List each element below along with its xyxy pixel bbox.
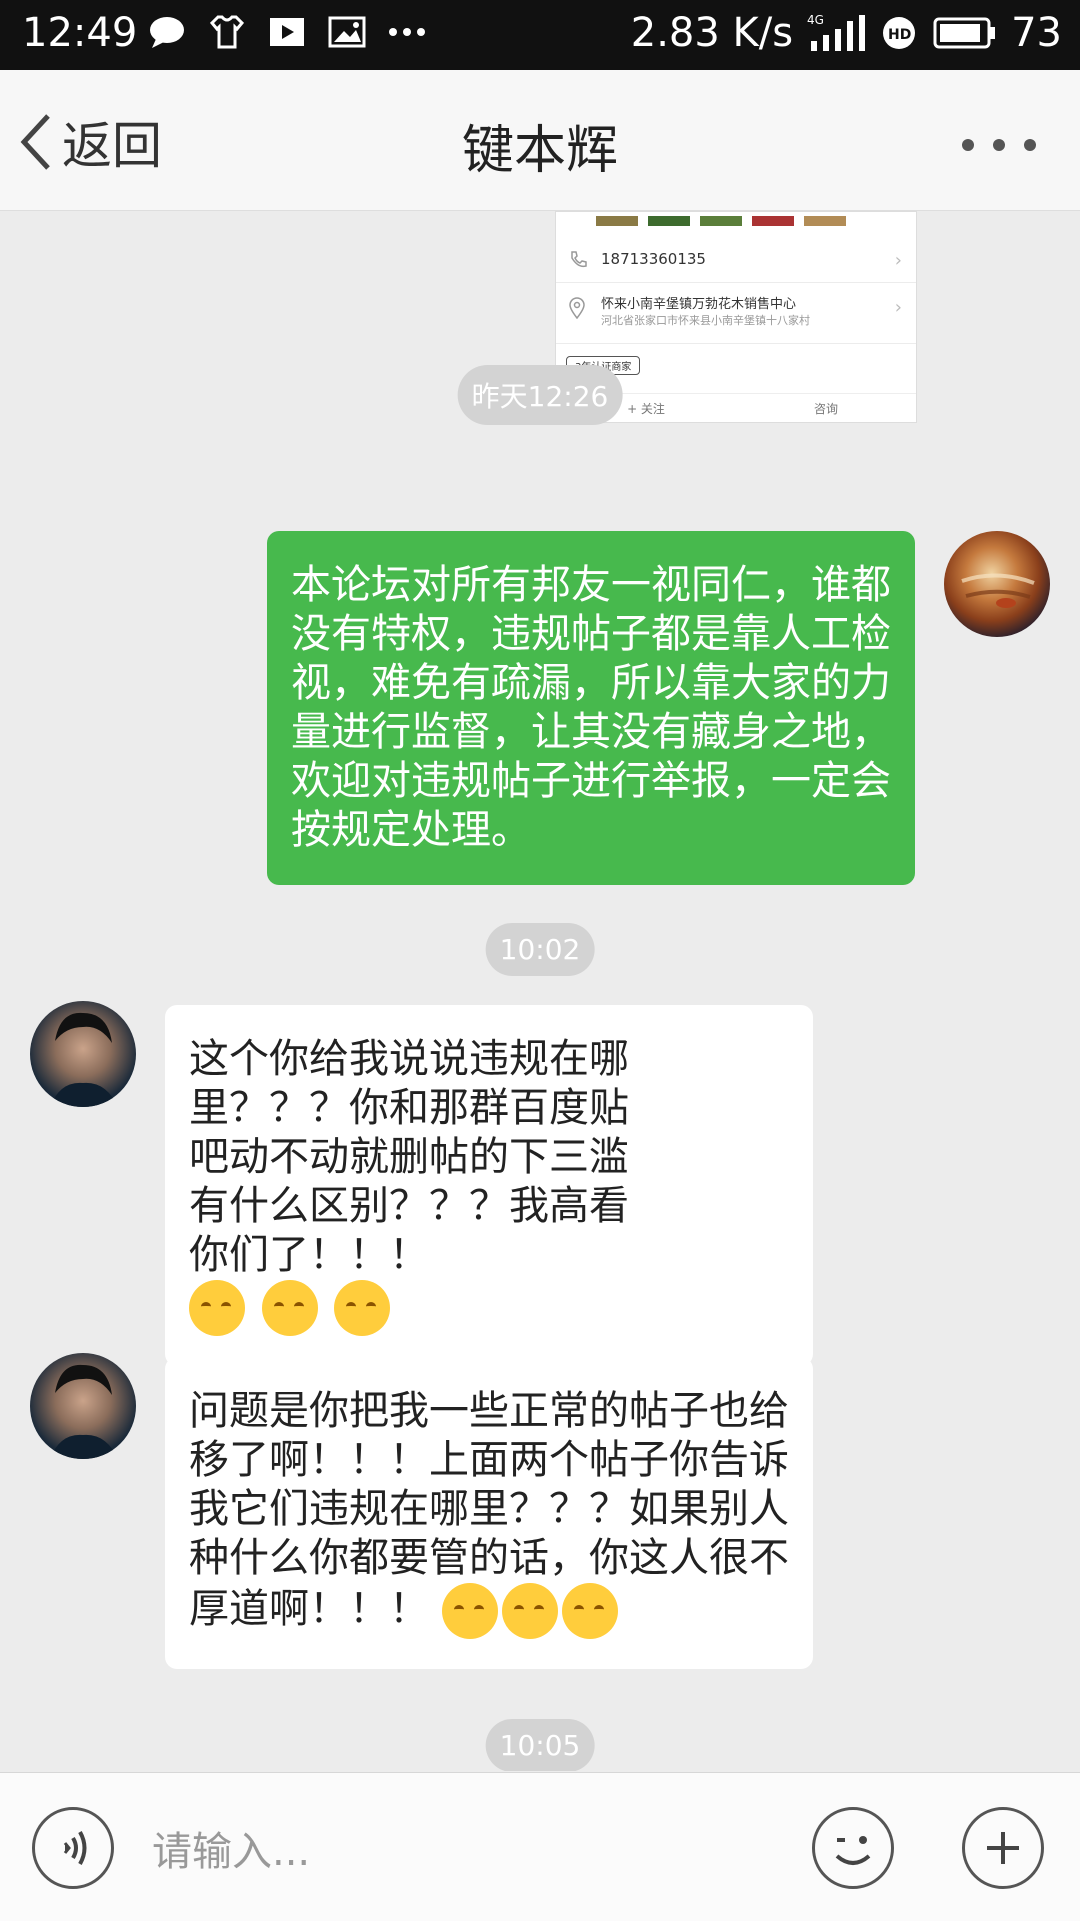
signal-type: 4G [807, 13, 824, 27]
planet-avatar-icon [961, 573, 1035, 608]
chat-title: 键本辉 [461, 121, 618, 181]
chat-header: 返回 键本辉 [0, 70, 1080, 211]
consult-button[interactable]: 咨询 [736, 394, 916, 422]
message-timestamp: 10:05 [485, 1719, 595, 1771]
video-icon [270, 18, 304, 46]
shirt-icon [209, 15, 245, 49]
battery-icon [933, 17, 996, 49]
smiling-hug-emoji-icon [561, 1583, 618, 1639]
smiling-hug-emoji-icon [441, 1583, 498, 1639]
card-thumbnail [700, 216, 742, 226]
location-pin-icon [569, 297, 585, 319]
incoming-message-bubble[interactable]: 问题是你把我一些正常的帖子也给移了啊！！！上面两个帖子你告诉我它们违规在哪里？？… [165, 1357, 813, 1669]
message-timestamp: 10:02 [485, 923, 595, 976]
message-list[interactable]: 18713360135 › 怀来小南辛堡镇万勃花木销售中心 河北省张家口市怀来县… [0, 211, 1080, 1771]
smiling-hug-emoji-icon [261, 1280, 318, 1336]
signal-icon: 4G [807, 13, 866, 51]
card-thumbnail [648, 216, 690, 226]
incoming-message-bubble[interactable]: 这个你给我说说违规在哪里？？？你和那群百度贴吧动不动就删帖的下三滥有什么区别？？… [165, 1005, 813, 1366]
status-right: 2.83 K/s 4G HD 73 [631, 10, 1062, 56]
card-address-row[interactable]: 怀来小南辛堡镇万勃花木销售中心 河北省张家口市怀来县小南辛堡镇十八家村 › [556, 283, 916, 344]
card-thumbnails [556, 212, 916, 230]
chevron-right-icon: › [894, 250, 902, 271]
outgoing-message-bubble[interactable]: 本论坛对所有邦友一视同仁，谁都没有特权，违规帖子都是靠人工检视，难免有疏漏，所以… [267, 531, 915, 885]
avatar[interactable] [30, 1001, 136, 1107]
voice-icon [63, 1831, 87, 1865]
smiling-hug-emoji-icon [189, 1280, 245, 1336]
card-address-line2: 河北省张家口市怀来县小南辛堡镇十八家村 [601, 314, 810, 327]
avatar[interactable] [944, 531, 1050, 637]
emoji-row [441, 1583, 622, 1639]
chevron-right-icon: › [894, 297, 902, 318]
emoji-row [189, 1280, 789, 1336]
person-avatar-icon [50, 1012, 118, 1107]
phone-icon [571, 251, 587, 268]
message-input-bar [0, 1772, 1080, 1921]
status-notification-icons [148, 14, 426, 50]
message-timestamp: 昨天12:26 [457, 365, 623, 425]
smiling-hug-emoji-icon [334, 1280, 391, 1336]
card-thumbnail [804, 216, 846, 226]
battery-level: 73 [1011, 10, 1062, 56]
voice-button[interactable] [32, 1807, 114, 1889]
card-phone-row[interactable]: 18713360135 › [556, 236, 916, 283]
card-thumbnail [752, 216, 794, 226]
hd-icon: HD [883, 17, 916, 49]
emoji-button[interactable] [812, 1807, 894, 1889]
svg-text:HD: HD [888, 27, 911, 43]
incoming-message-text: 这个你给我说说违规在哪里？？？你和那群百度贴吧动不动就删帖的下三滥有什么区别？？… [189, 1036, 629, 1278]
card-thumbnail [596, 216, 638, 226]
message-icon [150, 17, 184, 48]
smiling-hug-emoji-icon [501, 1583, 558, 1639]
smiley-icon [835, 1836, 871, 1865]
avatar[interactable] [30, 1353, 136, 1459]
more-options-icon[interactable] [956, 130, 1042, 160]
card-phone: 18713360135 [601, 250, 706, 268]
image-icon [328, 16, 366, 48]
add-attachment-button[interactable] [962, 1807, 1044, 1889]
status-time: 12:49 [22, 10, 138, 56]
network-speed: 2.83 K/s [630, 10, 794, 56]
person-avatar-icon [50, 1364, 118, 1459]
status-bar: 12:49 2.83 K/s 4G HD 73 [0, 0, 1080, 70]
plus-icon [987, 1832, 1019, 1864]
message-input[interactable] [150, 1811, 754, 1893]
more-notifications-icon [389, 28, 425, 36]
card-address-line1: 怀来小南辛堡镇万勃花木销售中心 [601, 297, 797, 312]
